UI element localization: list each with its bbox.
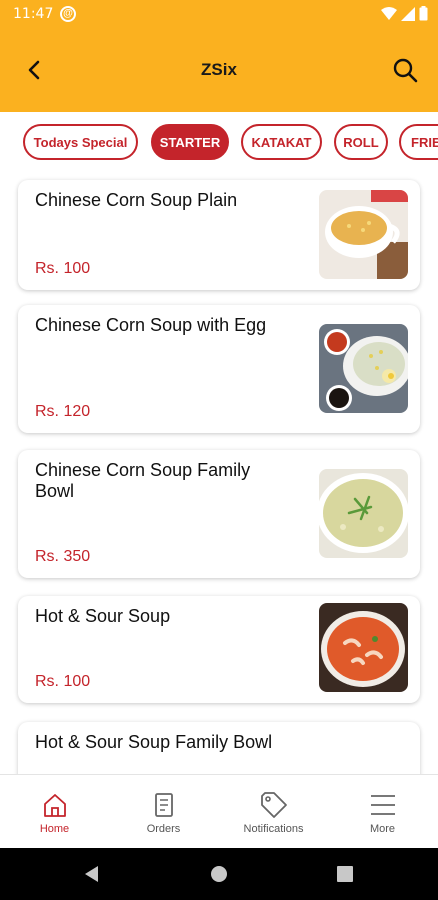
- menu-item-card[interactable]: Hot & Sour Soup Rs. 100: [18, 596, 420, 703]
- status-bar: 11:47 @: [0, 0, 438, 30]
- page-title: ZSix: [201, 60, 237, 79]
- category-chips: Todays Special STARTER KATAKAT ROLL FRIE: [0, 112, 438, 172]
- search-button[interactable]: [390, 55, 420, 85]
- nav-label: More: [369, 823, 396, 835]
- item-image: [319, 324, 408, 413]
- home-icon: [43, 794, 66, 817]
- search-icon: [393, 58, 418, 83]
- status-time: 11:47: [13, 6, 54, 22]
- app-bar: 11:47 @ ZSix: [0, 0, 438, 112]
- item-price: Rs. 350: [35, 548, 91, 565]
- chip-starter[interactable]: STARTER: [151, 124, 229, 160]
- nav-orders[interactable]: Orders: [109, 775, 218, 849]
- item-name: Chinese Corn Soup with Egg: [35, 315, 267, 335]
- orders-icon: [154, 793, 173, 817]
- wifi-icon: [381, 6, 397, 20]
- at-sign-icon: @: [60, 6, 76, 22]
- signal-icon: [401, 6, 415, 21]
- home-circle-icon[interactable]: [209, 864, 229, 884]
- item-image: [319, 469, 408, 558]
- nav-label: Home: [39, 823, 70, 835]
- item-name: Hot & Sour Soup: [35, 606, 171, 626]
- menu-icon: [370, 795, 395, 815]
- menu-item-card[interactable]: Chinese Corn Soup with Egg Rs. 120: [18, 305, 420, 433]
- menu-item-card[interactable]: Chinese Corn Soup Family Bowl Rs. 350: [18, 450, 420, 578]
- item-image: [319, 190, 408, 279]
- item-name: Chinese Corn Soup Plain: [35, 190, 238, 210]
- item-price: Rs. 120: [35, 403, 91, 420]
- bottom-navigation: Home Orders Notifications More: [0, 774, 438, 848]
- nav-label: Notifications: [243, 823, 304, 835]
- menu-item-card[interactable]: Chinese Corn Soup Plain Rs. 100: [18, 180, 420, 290]
- item-name: Hot & Sour Soup Family Bowl: [35, 732, 273, 752]
- item-name: Chinese Corn Soup Family Bowl: [35, 460, 251, 501]
- item-price: Rs. 100: [35, 673, 91, 690]
- chip-katakat[interactable]: KATAKAT: [241, 124, 322, 160]
- nav-more[interactable]: More: [328, 775, 437, 849]
- chip-todays-special[interactable]: Todays Special: [23, 124, 138, 160]
- chip-fries[interactable]: FRIE: [399, 124, 438, 160]
- nav-label: Orders: [146, 823, 181, 835]
- item-price: Rs. 100: [35, 260, 91, 277]
- nav-home[interactable]: Home: [0, 775, 109, 849]
- item-image: [319, 603, 408, 692]
- tag-icon: [260, 792, 287, 818]
- system-navigation-bar: [0, 848, 438, 900]
- system-icons: [381, 6, 428, 21]
- nav-notifications[interactable]: Notifications: [219, 775, 328, 849]
- back-triangle-icon[interactable]: [82, 864, 102, 884]
- battery-icon: [419, 6, 428, 21]
- chip-roll[interactable]: ROLL: [334, 124, 388, 160]
- recents-square-icon[interactable]: [336, 865, 354, 883]
